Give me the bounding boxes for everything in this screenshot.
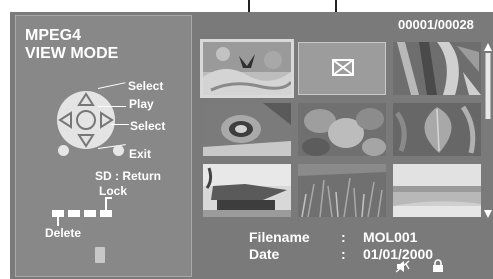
leader-lock-vert — [105, 197, 107, 211]
thumb-error[interactable] — [298, 42, 386, 95]
thumbnail-scrollbar[interactable] — [484, 43, 492, 218]
legend-exit: Exit — [129, 147, 152, 161]
mode-title-line2: VIEW MODE — [25, 45, 119, 62]
left-button-icon — [58, 145, 69, 156]
date-label: Date — [249, 246, 280, 262]
mode-title-line1: MPEG4 — [25, 27, 82, 44]
leader-play — [98, 106, 126, 107]
leader-lock-horiz — [105, 197, 112, 199]
legend-sd-return: SD : Return — [95, 169, 161, 183]
scroll-down-icon — [484, 210, 492, 218]
exit-button-icon — [113, 145, 124, 156]
scroll-thumb — [485, 53, 491, 119]
key-3-icon — [84, 210, 96, 217]
sd-card-icon — [95, 247, 105, 263]
thumb-leaves-fabric[interactable] — [393, 42, 481, 95]
lock-icon — [433, 259, 443, 272]
mute-icon — [396, 260, 410, 273]
thumb-leaves-garden[interactable] — [298, 103, 386, 156]
key-2-icon — [68, 210, 80, 217]
filename-value: MOL001 — [363, 229, 418, 245]
scroll-up-icon — [484, 43, 492, 51]
leader-delete — [57, 216, 59, 226]
thumbnail-grid — [200, 39, 481, 217]
joystick-icon — [57, 91, 115, 149]
file-info-panel: Filename : MOL001 Date : 01/01/2000 — [203, 225, 491, 265]
legend-lock: Lock — [99, 184, 128, 198]
thumb-beach[interactable] — [393, 164, 481, 217]
filename-label: Filename — [249, 229, 310, 245]
thumb-grass-field[interactable] — [298, 164, 386, 217]
pointer-line-thumbnail — [248, 0, 250, 12]
control-guide-panel: MPEG4 VIEW MODE Select Play Select Exit … — [15, 15, 192, 277]
thumb-plant-leaf[interactable] — [393, 103, 481, 156]
legend-select-right: Select — [130, 119, 166, 133]
key-4-icon — [100, 210, 112, 217]
leader-select-right — [111, 124, 129, 125]
legend-delete: Delete — [45, 226, 82, 240]
lcd-screen: MPEG4 VIEW MODE Select Play Select Exit … — [10, 12, 493, 279]
legend-play: Play — [129, 97, 154, 111]
filename-separator: : — [341, 229, 346, 245]
thumb-butterfly[interactable] — [200, 39, 294, 98]
broken-file-icon — [332, 59, 354, 76]
thumb-thatched-hut[interactable] — [203, 164, 291, 217]
thumb-flower-closeup[interactable] — [203, 103, 291, 156]
file-counter: 00001/00028 — [398, 17, 474, 32]
pointer-line-error-icon — [335, 0, 337, 12]
date-separator: : — [341, 246, 346, 262]
legend-select-top: Select — [128, 79, 164, 93]
